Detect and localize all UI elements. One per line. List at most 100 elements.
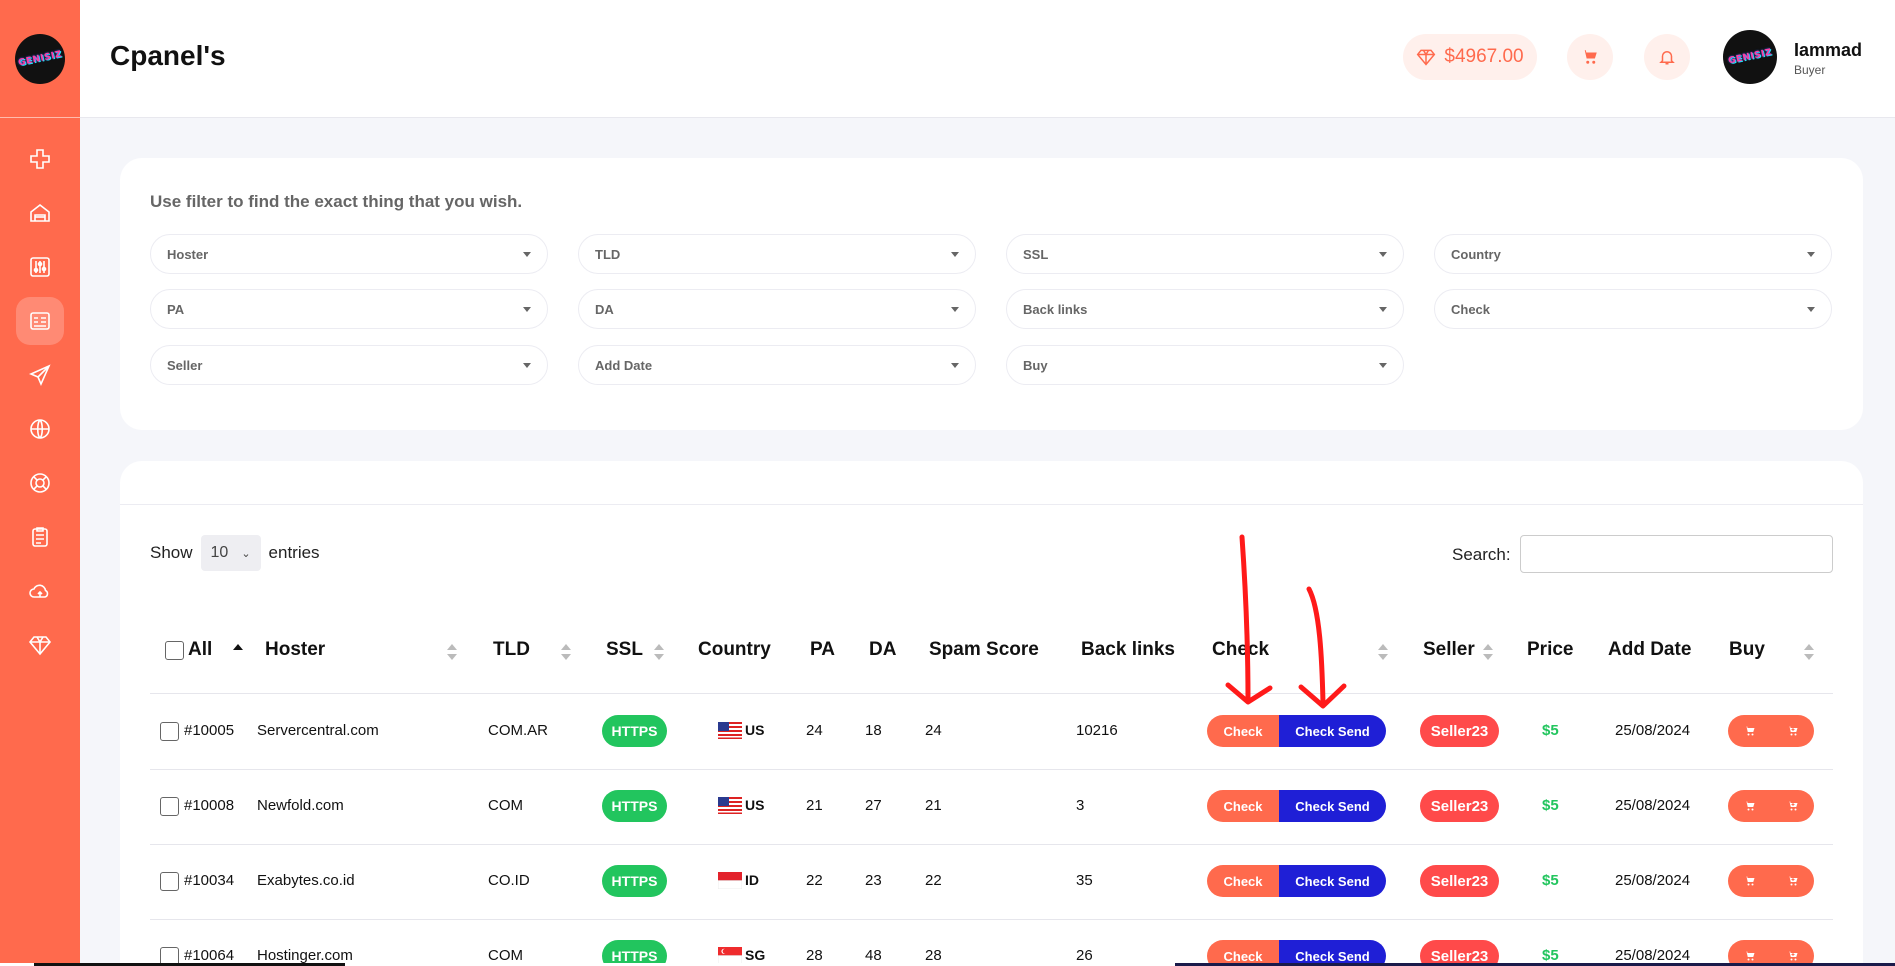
column-header-back-links[interactable]: Back links — [1081, 639, 1175, 661]
column-header-country[interactable]: Country — [698, 639, 771, 661]
row-tld: COM — [488, 947, 523, 964]
diamond-icon — [1417, 49, 1436, 66]
row-da: 18 — [865, 722, 882, 739]
search-input[interactable] — [1520, 535, 1833, 573]
sidebar-item-cpanels[interactable] — [0, 294, 80, 348]
entries-select[interactable]: 10 ⌄ — [200, 535, 261, 571]
column-header-all[interactable]: All — [188, 639, 212, 661]
filter-seller[interactable]: Seller — [150, 345, 548, 385]
cart-icon — [1582, 50, 1597, 64]
ssl-badge: HTTPS — [602, 865, 667, 897]
filter-country-label: Country — [1451, 246, 1501, 262]
sort-asc-icon[interactable] — [233, 644, 243, 660]
row-checkbox[interactable] — [160, 872, 179, 891]
id-flag-icon — [718, 872, 742, 889]
sidebar-item-add[interactable] — [0, 132, 80, 186]
sort-icon[interactable] — [1378, 644, 1388, 660]
filter-pa[interactable]: PA — [150, 289, 548, 329]
sidebar-item-send[interactable] — [0, 348, 80, 402]
sidebar-item-cloud[interactable] — [0, 564, 80, 618]
balance-badge[interactable]: $4967.00 — [1403, 34, 1537, 80]
sort-icon[interactable] — [1483, 644, 1493, 660]
seller-badge[interactable]: Seller23 — [1420, 790, 1499, 822]
bell-icon — [1659, 51, 1675, 65]
column-header-add-date[interactable]: Add Date — [1608, 639, 1691, 661]
check-button[interactable]: Check — [1207, 790, 1279, 822]
plus-icon — [30, 149, 50, 169]
us-flag-icon — [718, 722, 742, 739]
sort-icon[interactable] — [561, 644, 571, 660]
country-flag — [718, 872, 742, 889]
sort-icon[interactable] — [654, 644, 664, 660]
row-divider — [150, 844, 1833, 845]
row-tld: COM — [488, 797, 523, 814]
cart-icon[interactable] — [1728, 790, 1771, 822]
seller-badge[interactable]: Seller23 — [1420, 715, 1499, 747]
caret-down-icon — [1379, 251, 1387, 257]
sidebar-item-globe[interactable] — [0, 402, 80, 456]
sidebar-item-premium[interactable] — [0, 618, 80, 672]
ssl-badge: HTTPS — [602, 790, 667, 822]
add-to-cart-icon[interactable] — [1771, 790, 1814, 822]
sidebar-item-support[interactable] — [0, 456, 80, 510]
filter-check-label: Check — [1451, 301, 1491, 317]
filter-check[interactable]: Check — [1434, 289, 1832, 329]
check-button[interactable]: Check — [1207, 865, 1279, 897]
row-divider — [150, 693, 1833, 694]
check-send-button[interactable]: Check Send — [1279, 790, 1386, 822]
ssl-badge: HTTPS — [602, 715, 667, 747]
card-divider — [120, 504, 1863, 505]
row-da: 23 — [865, 872, 882, 889]
column-header-da[interactable]: DA — [869, 639, 896, 661]
filter-tld[interactable]: TLD — [578, 234, 976, 274]
filter-backlinks-label: Back links — [1023, 301, 1088, 317]
filter-buy[interactable]: Buy — [1006, 345, 1404, 385]
cart-button[interactable] — [1567, 34, 1613, 80]
column-header-seller[interactable]: Seller — [1423, 639, 1475, 661]
seller-badge[interactable]: Seller23 — [1420, 865, 1499, 897]
row-pa: 28 — [806, 947, 823, 964]
row-price: $5 — [1542, 947, 1559, 964]
caret-down-icon — [1807, 306, 1815, 312]
sidebar-item-settings[interactable] — [0, 240, 80, 294]
check-button[interactable]: Check — [1207, 715, 1279, 747]
column-header-check[interactable]: Check — [1212, 639, 1269, 661]
filter-hoster[interactable]: Hoster — [150, 234, 548, 274]
check-send-button[interactable]: Check Send — [1279, 865, 1386, 897]
cart-icon[interactable] — [1728, 865, 1771, 897]
filter-da[interactable]: DA — [578, 289, 976, 329]
cloud-icon — [29, 584, 49, 598]
filter-ssl[interactable]: SSL — [1006, 234, 1404, 274]
sort-icon[interactable] — [1804, 644, 1814, 660]
row-checkbox[interactable] — [160, 797, 179, 816]
row-spam-score: 22 — [925, 872, 942, 889]
row-da: 48 — [865, 947, 882, 964]
column-header-hoster[interactable]: Hoster — [265, 639, 325, 661]
add-to-cart-icon[interactable] — [1771, 865, 1814, 897]
column-header-buy[interactable]: Buy — [1729, 639, 1765, 661]
notifications-button[interactable] — [1644, 34, 1690, 80]
column-header-price[interactable]: Price — [1527, 639, 1573, 661]
country-flag — [718, 947, 742, 964]
sg-flag-icon — [718, 947, 742, 964]
filter-add-date[interactable]: Add Date — [578, 345, 976, 385]
filter-country[interactable]: Country — [1434, 234, 1832, 274]
send-icon — [29, 364, 51, 386]
row-checkbox[interactable] — [160, 722, 179, 741]
row-spam-score: 24 — [925, 722, 942, 739]
filter-backlinks[interactable]: Back links — [1006, 289, 1404, 329]
row-back-links: 35 — [1076, 872, 1093, 889]
sidebar-item-home[interactable] — [0, 186, 80, 240]
app-logo[interactable]: GENISIZ — [15, 33, 65, 84]
add-to-cart-icon[interactable] — [1771, 715, 1814, 747]
column-header-ssl[interactable]: SSL — [606, 639, 643, 661]
user-avatar[interactable]: GENISIZ — [1723, 30, 1777, 84]
column-header-spam-score[interactable]: Spam Score — [929, 639, 1039, 661]
select-all-checkbox[interactable] — [165, 641, 184, 660]
sort-icon[interactable] — [447, 644, 457, 660]
sidebar-item-orders[interactable] — [0, 510, 80, 564]
cart-icon[interactable] — [1728, 715, 1771, 747]
check-send-button[interactable]: Check Send — [1279, 715, 1386, 747]
column-header-pa[interactable]: PA — [810, 639, 835, 661]
column-header-tld[interactable]: TLD — [493, 639, 530, 661]
